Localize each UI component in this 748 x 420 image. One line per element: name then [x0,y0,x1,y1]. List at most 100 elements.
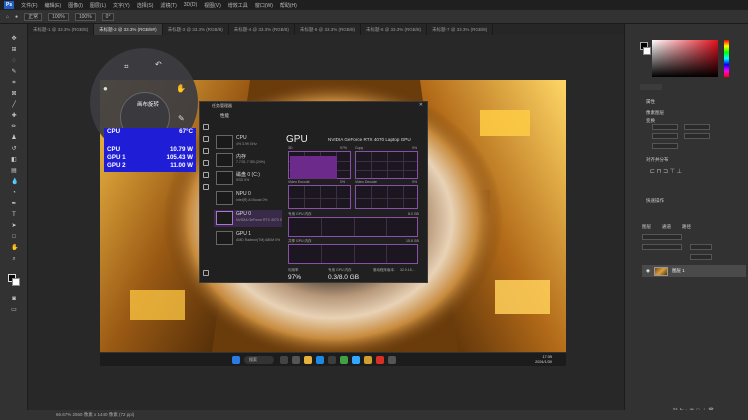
quick-mask-icon[interactable]: ◙ [11,296,17,302]
lasso-tool-icon[interactable]: ◌ [11,58,17,64]
gradient-tool-icon[interactable]: ▤ [11,168,17,174]
blend-mode-select[interactable] [642,244,682,250]
widgets-icon[interactable] [292,356,300,364]
menu-filter[interactable]: 滤镜(T) [160,2,176,9]
doc-tab[interactable]: 未标题-6 @ 33.3% (RGB/8) [361,24,428,35]
angle-field[interactable] [652,143,678,149]
users-icon[interactable] [203,172,209,178]
menu-file[interactable]: 文件(F) [21,2,37,9]
edge-icon[interactable] [316,356,324,364]
y-field[interactable] [684,133,710,139]
rectangle-tool-icon[interactable]: □ [11,234,17,240]
screen-mode-icon[interactable]: ▭ [11,307,17,313]
hand-tool-icon[interactable]: ✋ [11,245,18,251]
menu-view[interactable]: 视图(V) [204,2,221,9]
processes-icon[interactable] [203,124,209,130]
perf-item-memory[interactable]: 内存 7.7/31.7 GB (24%) [214,152,282,169]
crop-icon[interactable]: ⌗ [124,62,129,72]
menu-edit[interactable]: 编辑(E) [45,2,62,9]
doc-tab[interactable]: 未标题-7 @ 33.3% (RGB/8) [427,24,494,35]
channels-tab[interactable]: 通道 [662,224,671,230]
hue-slider[interactable] [724,40,729,77]
startup-icon[interactable] [203,160,209,166]
history-brush-icon[interactable]: ↺ [11,146,17,152]
pen-icon[interactable]: ✎ [178,114,185,123]
visibility-eye-icon[interactable]: ◉ [646,268,650,274]
x-field[interactable] [684,124,710,130]
brush-preset-icon[interactable]: ● [15,14,18,20]
photoshop-taskbar-icon[interactable] [352,356,360,364]
chrome-icon[interactable] [340,356,348,364]
layers-tab[interactable]: 图层 [642,224,651,230]
menu-plugins[interactable]: 增效工具 [228,2,248,9]
blur-tool-icon[interactable]: 💧 [11,179,18,185]
doc-tab[interactable]: 未标题-3 @ 33.3% (RGB/8) [163,24,229,35]
background-swatch[interactable] [643,47,651,55]
paths-tab[interactable]: 路径 [682,224,691,230]
settings-icon[interactable] [203,270,209,276]
layer-opacity-field[interactable] [690,244,712,250]
menu-image[interactable]: 图像(I) [68,2,83,9]
perf-item-npu[interactable]: NPU 0 Intel(R) AI Boost 0% [214,190,282,207]
details-icon[interactable] [203,184,209,190]
quick-select-icon[interactable]: ✎ [11,69,17,75]
pen-tool-icon[interactable]: ✒ [11,201,17,207]
store-icon[interactable] [328,356,336,364]
move-tool-icon[interactable]: ✥ [11,36,17,42]
path-select-icon[interactable]: ➤ [11,223,17,229]
align-icons[interactable]: ⊏ ⊓ ⊐ ⊤ ⊥ [650,168,682,175]
start-icon[interactable] [232,356,240,364]
color-picker-field[interactable] [652,40,718,77]
taskbar-search[interactable]: 搜索 [244,356,274,364]
menu-help[interactable]: 帮助(H) [280,2,297,9]
file-explorer-icon[interactable] [304,356,312,364]
type-tool-icon[interactable]: T [11,212,17,218]
perf-item-disk[interactable]: 磁盘 0 (C:) SSD 0% [214,170,282,187]
home-icon[interactable]: ⌂ [6,14,9,20]
layer-fill-field[interactable] [690,254,712,260]
performance-icon[interactable] [203,136,209,142]
app-icon[interactable] [364,356,372,364]
layer-row[interactable]: ◉ 图层 1 [642,265,746,277]
menu-3d[interactable]: 3D(D) [184,2,197,8]
taskbar-clock[interactable]: 17:39 2024/1/30 [535,355,552,365]
task-manager-taskbar-icon[interactable] [388,356,396,364]
height-field[interactable] [652,133,678,139]
dodge-tool-icon[interactable]: ◔ [11,190,17,196]
close-icon[interactable]: ✕ [419,102,423,108]
doc-tab[interactable]: 未标题-1 @ 33.3% (RGB/8) [28,24,95,35]
opacity-field[interactable]: 100% [48,12,69,21]
perf-item-gpu1[interactable]: GPU 1 AMD Radeon(TM) 680M 0% [214,230,282,247]
app-red-icon[interactable] [376,356,384,364]
angle-field[interactable]: 0° [101,12,115,21]
menu-select[interactable]: 选择(S) [137,2,154,9]
crop-tool-icon[interactable]: ⌗ [11,80,17,86]
eyedropper-icon[interactable]: ╱ [11,102,17,108]
layer-filter-field[interactable] [642,234,682,240]
hand-icon[interactable]: ✋ [176,84,186,93]
panel-tab[interactable] [640,84,662,90]
history-icon[interactable] [203,148,209,154]
zoom-tool-icon[interactable]: ⌕ [11,256,17,262]
width-field[interactable] [652,124,678,130]
perf-item-cpu[interactable]: CPU 4% 3.99 GHz [214,134,282,151]
perf-item-gpu0[interactable]: GPU 0 NVIDIA GeForce RTX 4070 97% (67 °C… [214,210,282,227]
menu-layer[interactable]: 图层(L) [90,2,106,9]
menu-type[interactable]: 文字(Y) [113,2,130,9]
task-view-icon[interactable] [280,356,288,364]
flow-field[interactable]: 100% [74,12,96,21]
menu-window[interactable]: 窗口(W) [255,2,273,9]
brush-tool-icon[interactable]: ✏ [11,124,17,130]
eraser-tool-icon[interactable]: ◧ [11,157,17,163]
frame-tool-icon[interactable]: ⊠ [11,91,17,97]
stamp-tool-icon[interactable]: ♟ [11,135,17,141]
artboard-tool-icon[interactable]: ⊞ [11,47,17,53]
brush-size-icon[interactable]: ● [103,84,108,93]
doc-tab-active[interactable]: 未标题-2 @ 33.3% (RGB/8#) [94,24,163,35]
mode-select[interactable]: 正常 [24,12,43,21]
healing-brush-icon[interactable]: ✚ [11,113,17,119]
undo-icon[interactable]: ↶ [155,60,162,69]
doc-tab[interactable]: 未标题-4 @ 33.3% (RGB/8) [229,24,295,35]
background-color-swatch[interactable] [12,278,20,286]
doc-tab[interactable]: 未标题-5 @ 33.3% (RGB/8) [295,24,361,35]
